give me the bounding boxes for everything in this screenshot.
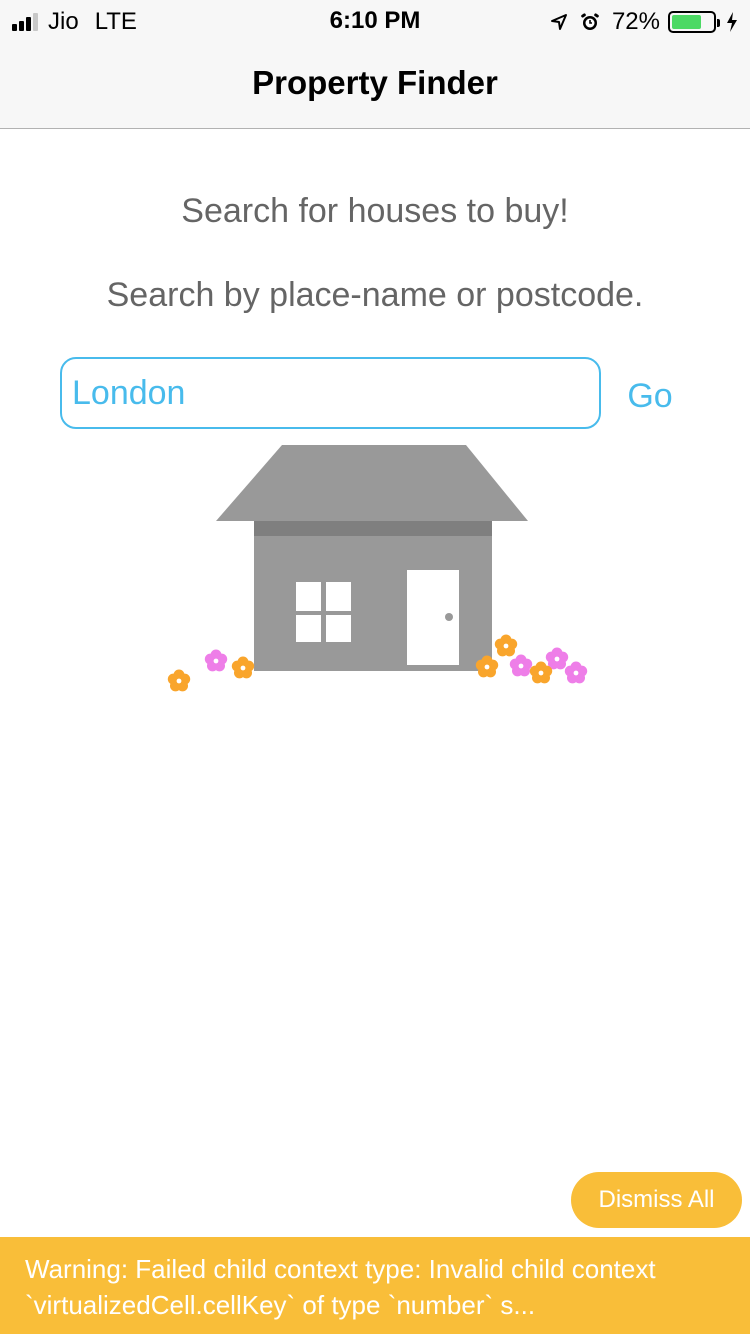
warning-text: Warning: Failed child context type: Inva…: [25, 1254, 656, 1320]
battery-level-fill: [672, 15, 701, 29]
status-right: 72%: [550, 8, 738, 36]
dismiss-all-button[interactable]: Dismiss All: [571, 1172, 742, 1228]
go-button[interactable]: Go: [610, 368, 690, 424]
charging-bolt-icon: [726, 12, 738, 32]
house-illustration: [167, 445, 588, 692]
battery-percent: 72%: [611, 8, 660, 35]
app-screen: Jio LTE 6:10 PM 72% Property Finder Sear…: [0, 0, 750, 1334]
subheadline-text: Search by place-name or postcode.: [106, 276, 644, 314]
navigation-bar: Property Finder: [0, 40, 750, 129]
battery-icon: [668, 11, 720, 33]
headline-text: Search for houses to buy!: [181, 192, 569, 230]
search-input[interactable]: [60, 357, 601, 429]
warning-banner[interactable]: Warning: Failed child context type: Inva…: [0, 1237, 750, 1334]
status-bar: Jio LTE 6:10 PM 72%: [0, 0, 750, 40]
page-title: Property Finder: [252, 64, 498, 101]
location-arrow-icon: [550, 13, 568, 31]
alarm-icon: [580, 12, 600, 32]
